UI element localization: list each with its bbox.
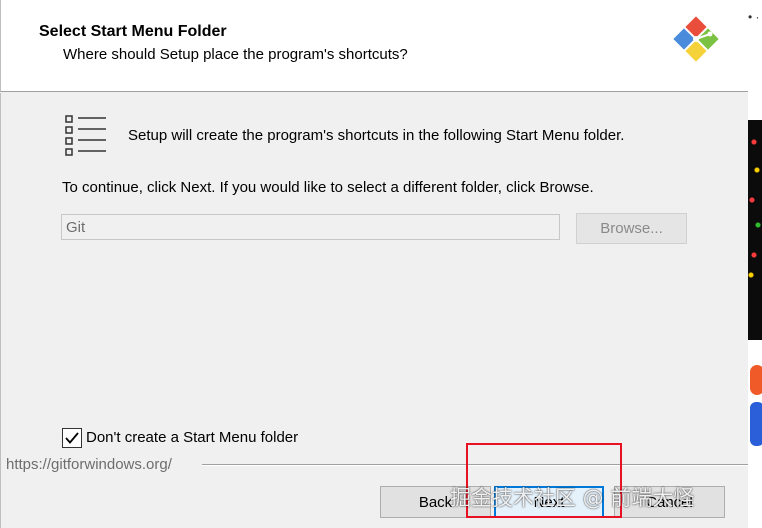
no-start-menu-folder-label[interactable]: Don't create a Start Menu folder bbox=[86, 429, 298, 446]
continue-instructions: To continue, click Next. If you would li… bbox=[62, 179, 594, 196]
project-url: https://gitforwindows.org/ bbox=[6, 456, 172, 473]
checkmark-icon bbox=[65, 432, 79, 444]
browse-button[interactable]: Browse... bbox=[576, 213, 687, 244]
background-app: • · bbox=[748, 0, 762, 528]
list-icon bbox=[65, 115, 106, 156]
background-dots bbox=[748, 130, 762, 280]
page-title: Select Start Menu Folder bbox=[39, 23, 227, 40]
git-logo-icon bbox=[673, 16, 719, 62]
background-ellipsis: • · bbox=[748, 10, 760, 24]
info-text: Setup will create the program's shortcut… bbox=[128, 127, 625, 144]
page-subtitle: Where should Setup place the program's s… bbox=[63, 46, 408, 63]
start-menu-folder-input[interactable] bbox=[61, 214, 560, 240]
watermark: 掘金技术社区 @ 前端大怪 bbox=[450, 486, 695, 510]
no-start-menu-folder-checkbox[interactable] bbox=[62, 428, 82, 448]
wizard-header: Select Start Menu Folder Where should Se… bbox=[0, 0, 748, 92]
background-blue-shape bbox=[750, 402, 762, 446]
background-orange-shape bbox=[750, 365, 762, 395]
